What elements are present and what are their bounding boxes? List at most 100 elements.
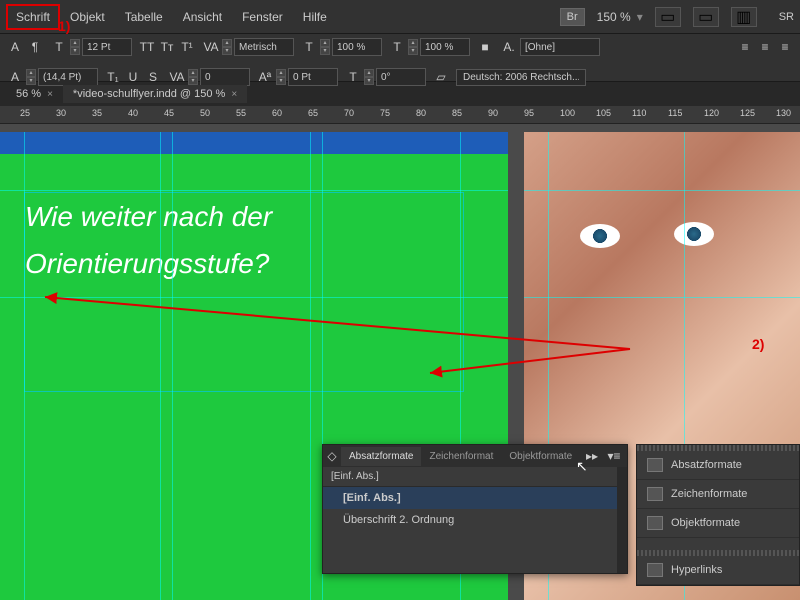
scale-h-stepper[interactable]: ▴▾ [408, 39, 418, 55]
headline-line1[interactable]: Wie weiter nach der [25, 193, 463, 240]
superscript-icon[interactable]: T¹ [178, 38, 196, 56]
guide[interactable] [172, 132, 173, 600]
ruler-tick: 80 [416, 108, 426, 118]
menu-hilfe[interactable]: Hilfe [293, 4, 337, 30]
bridge-icon[interactable]: Br [560, 8, 585, 26]
char-style-dropdown[interactable] [520, 38, 600, 56]
panel-tab-absatzformate[interactable]: Absatzformate [341, 447, 421, 466]
guide[interactable] [524, 190, 800, 191]
font-size-input[interactable] [82, 38, 132, 56]
paragraph-styles-panel[interactable]: ◇ Absatzformate Zeichenformat Objektform… [322, 444, 628, 574]
fill-icon[interactable]: ■ [476, 38, 494, 56]
leading-input[interactable] [38, 68, 98, 86]
allcaps-icon[interactable]: TT [138, 38, 156, 56]
zoom-level-dropdown[interactable]: 150 % [597, 10, 643, 24]
menu-tabelle[interactable]: Tabelle [115, 4, 173, 30]
character-styles-icon [647, 487, 663, 501]
annotation-1: 1) [58, 18, 70, 34]
kerning-stepper[interactable]: ▴▾ [222, 39, 232, 55]
stroke-icon[interactable]: ▱ [432, 68, 450, 86]
panel-scrollbar[interactable] [617, 467, 627, 573]
skew-input[interactable] [376, 68, 426, 86]
scale-v-icon: T [300, 38, 318, 56]
char-style-icon: A. [500, 38, 518, 56]
guide[interactable] [24, 132, 25, 600]
leading-stepper[interactable]: ▴▾ [26, 69, 36, 85]
side-label: Objektformate [671, 517, 740, 529]
skew-stepper[interactable]: ▴▾ [364, 69, 374, 85]
kerning-input[interactable] [234, 38, 294, 56]
screen-mode-icon[interactable]: ▭ [693, 7, 719, 27]
tracking-icon: VA [168, 68, 186, 86]
ruler-tick: 40 [128, 108, 138, 118]
ruler-tick: 25 [20, 108, 30, 118]
font-size-icon: T [50, 38, 68, 56]
doc-tab-2-label: *video-schulflyer.indd @ 150 % [73, 88, 225, 100]
align-center-icon[interactable]: ≡ [756, 38, 774, 56]
view-mode-icon[interactable]: ▭ [655, 7, 681, 27]
expand-icon[interactable]: ▸▸ [583, 447, 601, 465]
headline-line2[interactable]: Orientierungsstufe? [25, 240, 463, 287]
smallcaps-icon[interactable]: Tᴛ [158, 38, 176, 56]
ruler-tick: 75 [380, 108, 390, 118]
ruler-tick: 35 [92, 108, 102, 118]
menu-fenster[interactable]: Fenster [232, 4, 293, 30]
close-icon[interactable]: × [231, 89, 237, 100]
scale-h-input[interactable] [420, 38, 470, 56]
panel-tab-objektformate[interactable]: Objektformate [501, 447, 580, 466]
ruler-tick: 120 [704, 108, 719, 118]
tracking-input[interactable] [200, 68, 250, 86]
kerning-icon: VA [202, 38, 220, 56]
guide[interactable] [524, 297, 800, 298]
underline-icon[interactable]: U [124, 68, 142, 86]
align-left-icon[interactable]: ≡ [736, 38, 754, 56]
para-panel-icon[interactable]: ¶ [26, 38, 44, 56]
char-panel-icon[interactable]: A [6, 38, 24, 56]
panel-toggle-icon[interactable]: ◇ [323, 447, 341, 465]
side-zeichenformate[interactable]: Zeichenformate [637, 480, 799, 509]
horizontal-ruler[interactable]: 25 30 35 40 45 50 55 60 65 70 75 80 85 9… [0, 106, 800, 124]
side-absatzformate[interactable]: Absatzformate [637, 451, 799, 480]
side-objektformate[interactable]: Objektformate [637, 509, 799, 538]
annotation-2: 2) [752, 336, 764, 352]
panel-menu-icon[interactable]: ▾≡ [605, 447, 623, 465]
guide[interactable] [0, 190, 508, 191]
scale-v-input[interactable] [332, 38, 382, 56]
skew-icon: T [344, 68, 362, 86]
guide[interactable] [0, 297, 508, 298]
ruler-tick: 100 [560, 108, 575, 118]
strike-icon[interactable]: S [144, 68, 162, 86]
scale-h-icon: T [388, 38, 406, 56]
baseline-input[interactable] [288, 68, 338, 86]
doc-tab-2[interactable]: *video-schulflyer.indd @ 150 % × [63, 85, 247, 103]
guide[interactable] [160, 132, 161, 600]
baseline-icon: Aª [256, 68, 274, 86]
side-hyperlinks[interactable]: Hyperlinks [637, 556, 799, 585]
menu-schrift[interactable]: Schrift [6, 4, 60, 30]
font-size-stepper[interactable]: ▴▾ [70, 39, 80, 55]
ruler-tick: 130 [776, 108, 791, 118]
side-label: Zeichenformate [671, 488, 747, 500]
doc-tab-1[interactable]: 56 % × [6, 85, 63, 103]
guide[interactable] [310, 132, 311, 600]
baseline-stepper[interactable]: ▴▾ [276, 69, 286, 85]
arrange-icon[interactable]: ▥ [731, 7, 757, 27]
workspace-label[interactable]: SR [779, 11, 794, 23]
align-right-icon[interactable]: ≡ [776, 38, 794, 56]
style-item-heading2[interactable]: Überschrift 2. Ordnung [323, 509, 627, 531]
document-canvas[interactable]: Wie weiter nach der Orientierungsstufe? … [0, 124, 800, 600]
collapsed-panel-dock: Absatzformate Zeichenformate Objektforma… [636, 444, 800, 586]
hyperlinks-icon [647, 563, 663, 577]
text-frame[interactable]: Wie weiter nach der Orientierungsstufe? [24, 192, 464, 392]
tracking-stepper[interactable]: ▴▾ [188, 69, 198, 85]
scale-v-stepper[interactable]: ▴▾ [320, 39, 330, 55]
ruler-tick: 50 [200, 108, 210, 118]
object-styles-icon [647, 516, 663, 530]
close-icon[interactable]: × [47, 89, 53, 100]
paragraph-styles-icon [647, 458, 663, 472]
subscript-icon[interactable]: T₁ [104, 68, 122, 86]
style-item-basic[interactable]: [Einf. Abs.] [323, 487, 627, 509]
language-dropdown[interactable] [456, 69, 586, 86]
panel-tab-zeichenformat[interactable]: Zeichenformat [421, 447, 501, 466]
menu-ansicht[interactable]: Ansicht [173, 4, 232, 30]
